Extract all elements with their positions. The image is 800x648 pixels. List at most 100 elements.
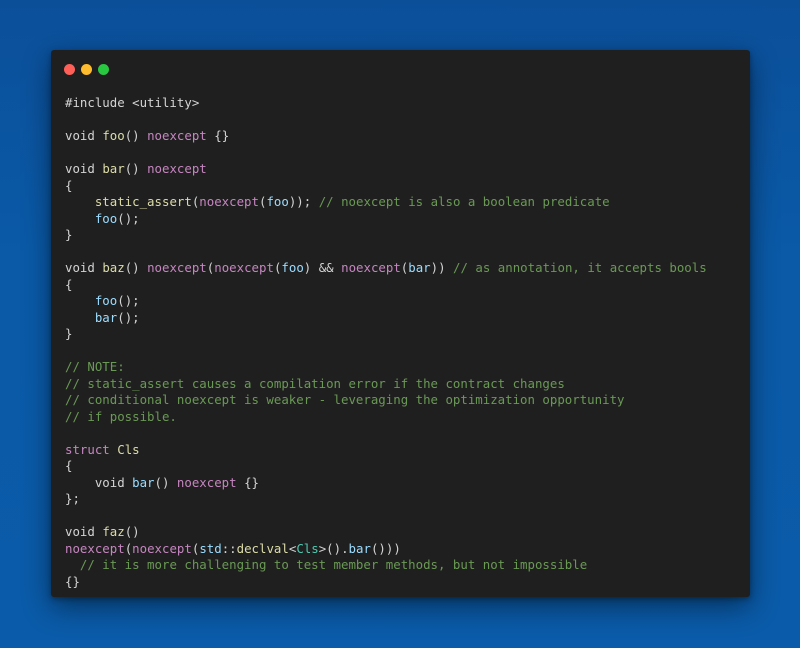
- code-token: {: [65, 458, 73, 473]
- code-line: foo();: [65, 293, 707, 310]
- code-token: (): [154, 474, 177, 490]
- code-token: ();: [117, 293, 140, 308]
- code-line: static_assert(noexcept(foo)); // noexcep…: [65, 194, 707, 211]
- code-token: {}: [236, 474, 259, 490]
- minimize-dot-icon[interactable]: [81, 64, 92, 75]
- code-line: void foo() noexcept {}: [65, 128, 707, 145]
- code-token: {: [65, 177, 73, 193]
- code-token: ::: [221, 540, 237, 556]
- code-token: ) &&: [303, 260, 342, 275]
- code-token: Cls: [296, 540, 319, 556]
- code-line: {: [65, 458, 707, 475]
- code-token: ();: [117, 309, 140, 325]
- code-token: }: [65, 326, 73, 341]
- code-token: (): [124, 128, 148, 143]
- code-token: >().: [318, 540, 349, 556]
- code-line: {: [65, 178, 707, 195]
- code-token: bar: [102, 161, 125, 176]
- code-token: {}: [65, 573, 80, 589]
- code-line: };: [65, 491, 707, 508]
- code-token: faz: [102, 524, 125, 539]
- code-token: foo: [94, 293, 118, 308]
- code-token: std: [199, 540, 222, 556]
- code-token: noexcept: [132, 540, 192, 556]
- code-token: // if possible.: [65, 408, 177, 424]
- code-line: }: [65, 227, 707, 244]
- code-token: noexcept: [147, 128, 207, 143]
- code-token: // it is more challenging to test member…: [79, 557, 588, 572]
- code-token: bar: [408, 260, 431, 275]
- code-line: // if possible.: [65, 409, 707, 426]
- code-line: {: [65, 277, 707, 294]
- window-controls: [64, 64, 109, 75]
- code-line: // it is more challenging to test member…: [65, 557, 707, 574]
- code-token: noexcept: [176, 474, 237, 490]
- code-token: // noexcept is also a boolean predicate: [318, 194, 610, 209]
- code-line: // static_assert causes a compilation er…: [65, 376, 707, 393]
- code-token: Cls: [117, 441, 140, 457]
- code-token: (): [124, 260, 148, 275]
- maximize-dot-icon[interactable]: [98, 64, 109, 75]
- code-block: #include <utility> void foo() noexcept {}…: [65, 95, 707, 590]
- code-token: static_assert: [94, 194, 192, 209]
- code-line: // NOTE:: [65, 359, 707, 376]
- code-token: baz: [102, 260, 125, 275]
- code-token: {: [65, 276, 73, 292]
- code-token: }: [65, 227, 73, 242]
- code-line: void faz(): [65, 524, 707, 541]
- code-token: ())): [370, 540, 401, 556]
- code-token: // NOTE:: [65, 359, 125, 374]
- code-window: #include <utility> void foo() noexcept {}…: [51, 50, 750, 597]
- code-line: void bar() noexcept: [65, 161, 707, 178]
- code-line: bar();: [65, 310, 707, 327]
- code-token: (): [124, 524, 140, 539]
- code-token: void: [65, 260, 103, 275]
- code-token: foo: [102, 128, 125, 143]
- code-token: void: [65, 128, 103, 143]
- code-line: void bar() noexcept {}: [65, 475, 707, 492]
- code-token: noexcept: [65, 540, 125, 556]
- code-token: // static_assert causes a compilation er…: [65, 375, 565, 391]
- code-line: void baz() noexcept(noexcept(foo) && noe…: [65, 260, 707, 277]
- close-dot-icon[interactable]: [64, 64, 75, 75]
- code-token: declval: [236, 540, 289, 556]
- code-line: {}: [65, 574, 707, 591]
- code-token: ();: [117, 210, 140, 226]
- code-token: void: [65, 161, 103, 176]
- code-token: struct: [65, 441, 110, 457]
- code-line: struct Cls: [65, 442, 707, 459]
- code-line: #include <utility>: [65, 95, 707, 112]
- code-token: noexcept: [214, 260, 274, 275]
- code-token: foo: [94, 210, 118, 226]
- code-token: )): [430, 260, 454, 275]
- code-token: // as annotation, it accepts bools: [453, 260, 707, 275]
- code-token: foo: [281, 260, 304, 275]
- code-line: foo();: [65, 211, 707, 228]
- code-token: (): [124, 161, 148, 176]
- code-token: bar: [132, 474, 155, 490]
- code-token: foo: [266, 194, 289, 209]
- code-token: void: [65, 524, 103, 539]
- code-line: }: [65, 326, 707, 343]
- code-line: noexcept(noexcept(std::declval<Cls>().ba…: [65, 541, 707, 558]
- code-token: bar: [348, 540, 371, 556]
- code-token: #include <utility>: [65, 95, 200, 110]
- code-token: void: [65, 474, 133, 490]
- code-line: // conditional noexcept is weaker - leve…: [65, 392, 707, 409]
- code-token: {}: [206, 128, 230, 143]
- code-token: noexcept: [147, 161, 207, 176]
- code-token: noexcept: [147, 260, 207, 275]
- code-token: noexcept: [199, 194, 259, 209]
- code-token: ));: [288, 194, 319, 209]
- code-token: bar: [94, 309, 118, 325]
